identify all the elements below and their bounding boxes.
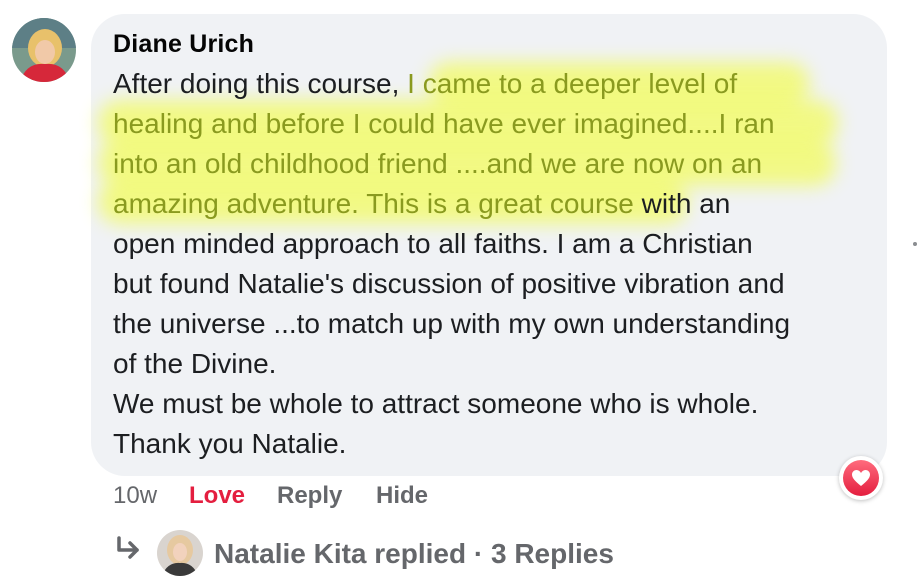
- love-button[interactable]: Love: [189, 482, 245, 510]
- comment-line: the universe ...to match up with my own …: [113, 308, 791, 339]
- heart-icon: [852, 470, 870, 486]
- avatar[interactable]: [12, 18, 76, 82]
- comment-line: but found Natalie's discussion of positi…: [113, 268, 785, 299]
- comment-author[interactable]: Diane Urich: [113, 30, 254, 59]
- reply-avatar: [157, 530, 203, 576]
- comment-line: amazing adventure. This is a great cours…: [113, 188, 731, 219]
- comment-line: After doing this course, I came to a dee…: [113, 68, 738, 99]
- highlighted-text: healing and before I could have ever ima…: [113, 108, 775, 139]
- comment-line: healing and before I could have ever ima…: [113, 104, 775, 144]
- comment-line: We must be whole to attract someone who …: [113, 388, 759, 419]
- reply-arrow-icon: [117, 536, 139, 559]
- comment-line: Thank you Natalie.: [113, 428, 347, 459]
- highlighted-text: amazing adventure. This is a great cours…: [113, 188, 634, 219]
- highlighted-text: into an old childhood friend ....and we …: [113, 148, 763, 179]
- replies-summary[interactable]: Natalie Kita replied · 3 Replies: [214, 538, 614, 570]
- comment-line: open minded approach to all faiths. I am…: [113, 228, 753, 259]
- reply-button[interactable]: Reply: [277, 482, 342, 510]
- love-reaction-badge[interactable]: [839, 456, 883, 500]
- comment-line: into an old childhood friend ....and we …: [113, 144, 762, 184]
- highlighted-text: I came to a deeper level of: [407, 68, 738, 99]
- more-options-dot[interactable]: [913, 242, 917, 246]
- comment-line: of the Divine.: [113, 348, 277, 379]
- hide-button[interactable]: Hide: [376, 482, 428, 510]
- comment-timestamp[interactable]: 10w: [113, 482, 157, 510]
